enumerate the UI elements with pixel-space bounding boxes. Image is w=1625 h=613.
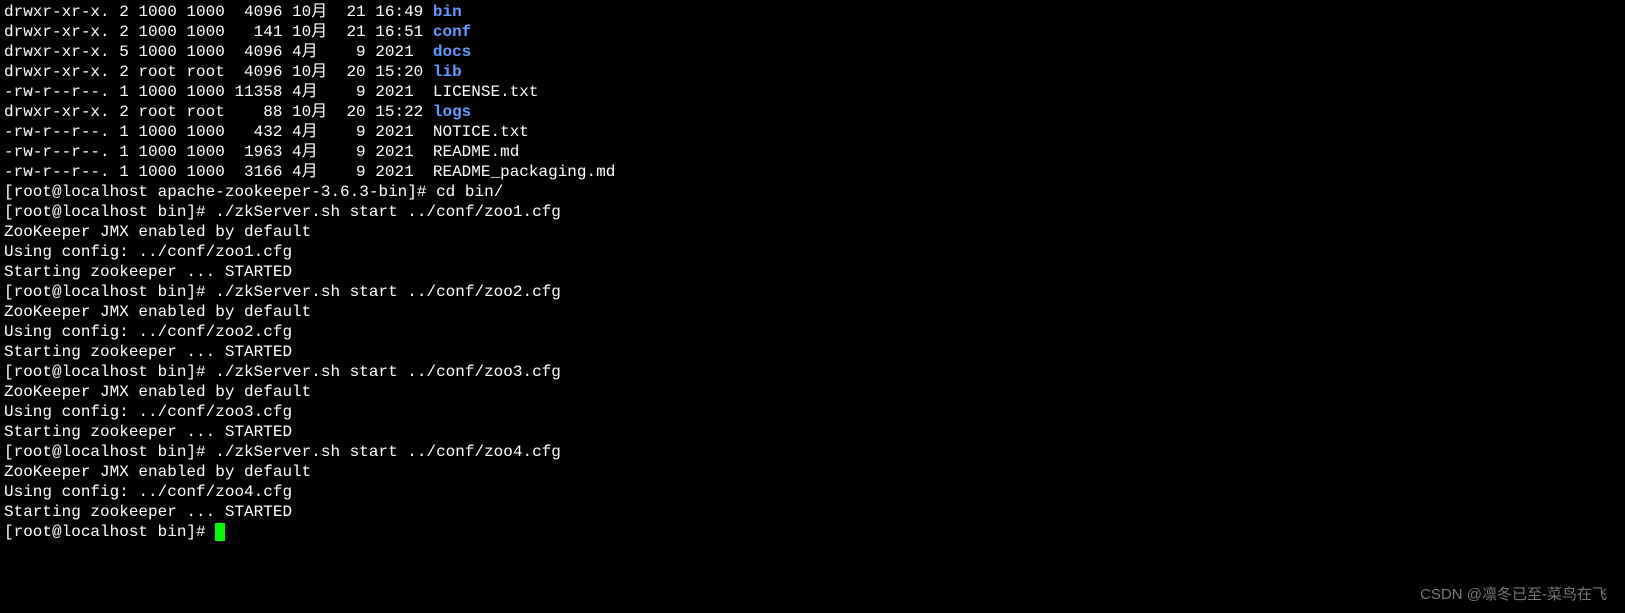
terminal-output: Starting zookeeper ... STARTED: [4, 503, 292, 521]
directory-listing: drwxr-xr-x. 2 1000 1000 4096 10月 21 16:4…: [4, 2, 1621, 182]
listing-row: drwxr-xr-x. 5 1000 1000 4096 4月 9 2021 d…: [4, 42, 1621, 62]
shell-command: cd bin/: [436, 183, 503, 201]
terminal-output: ZooKeeper JMX enabled by default: [4, 303, 311, 321]
listing-row: -rw-r--r--. 1 1000 1000 432 4月 9 2021 NO…: [4, 122, 1621, 142]
terminal-output: ZooKeeper JMX enabled by default: [4, 383, 311, 401]
dir-name: lib: [433, 63, 462, 81]
shell-command: ./zkServer.sh start ../conf/zoo4.cfg: [215, 443, 561, 461]
shell-prompt: [root@localhost bin]#: [4, 363, 215, 381]
file-name: LICENSE.txt: [433, 83, 539, 101]
listing-row: -rw-r--r--. 1 1000 1000 3166 4月 9 2021 R…: [4, 162, 1621, 182]
shell-prompt: [root@localhost bin]#: [4, 203, 215, 221]
file-name: README.md: [433, 143, 519, 161]
terminal-output: ZooKeeper JMX enabled by default: [4, 223, 311, 241]
listing-row: drwxr-xr-x. 2 1000 1000 141 10月 21 16:51…: [4, 22, 1621, 42]
listing-row: drwxr-xr-x. 2 root root 4096 10月 20 15:2…: [4, 62, 1621, 82]
terminal-output: Using config: ../conf/zoo3.cfg: [4, 403, 292, 421]
cursor: [215, 523, 225, 541]
dir-name: bin: [433, 3, 462, 21]
terminal-output: Using config: ../conf/zoo1.cfg: [4, 243, 292, 261]
file-name: README_packaging.md: [433, 163, 615, 181]
terminal-output: Starting zookeeper ... STARTED: [4, 263, 292, 281]
dir-name: docs: [433, 43, 471, 61]
dir-name: conf: [433, 23, 471, 41]
terminal[interactable]: drwxr-xr-x. 2 1000 1000 4096 10月 21 16:4…: [0, 0, 1625, 544]
shell-prompt: [root@localhost bin]#: [4, 443, 215, 461]
shell-command: ./zkServer.sh start ../conf/zoo3.cfg: [215, 363, 561, 381]
shell-prompt: [root@localhost bin]#: [4, 523, 215, 541]
listing-row: drwxr-xr-x. 2 1000 1000 4096 10月 21 16:4…: [4, 2, 1621, 22]
shell-command: ./zkServer.sh start ../conf/zoo1.cfg: [215, 203, 561, 221]
terminal-output: Starting zookeeper ... STARTED: [4, 423, 292, 441]
terminal-output: Using config: ../conf/zoo4.cfg: [4, 483, 292, 501]
shell-prompt: [root@localhost apache-zookeeper-3.6.3-b…: [4, 183, 436, 201]
listing-row: -rw-r--r--. 1 1000 1000 1963 4月 9 2021 R…: [4, 142, 1621, 162]
shell-command: ./zkServer.sh start ../conf/zoo2.cfg: [215, 283, 561, 301]
file-name: NOTICE.txt: [433, 123, 529, 141]
listing-row: -rw-r--r--. 1 1000 1000 11358 4月 9 2021 …: [4, 82, 1621, 102]
terminal-output: Starting zookeeper ... STARTED: [4, 343, 292, 361]
watermark: CSDN @凛冬已至-菜鸟在飞: [1420, 586, 1607, 605]
listing-row: drwxr-xr-x. 2 root root 88 10月 20 15:22 …: [4, 102, 1621, 122]
terminal-output: Using config: ../conf/zoo2.cfg: [4, 323, 292, 341]
dir-name: logs: [433, 103, 471, 121]
shell-prompt: [root@localhost bin]#: [4, 283, 215, 301]
terminal-output: ZooKeeper JMX enabled by default: [4, 463, 311, 481]
